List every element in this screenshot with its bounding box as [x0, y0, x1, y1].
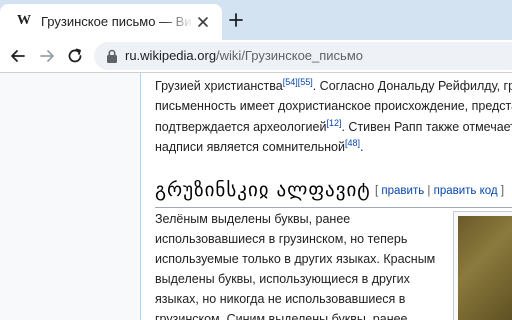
text-run: . [360, 140, 364, 154]
separator: | [424, 185, 434, 197]
text-run: . Согласно Дональду Рейфилду, грузинская [312, 79, 512, 93]
heading-underline [155, 207, 512, 208]
close-icon[interactable] [196, 15, 210, 29]
browser-toolbar: ru.wikipedia.org/wiki/Грузинское_письмо [0, 40, 512, 72]
citation-link[interactable]: [55] [298, 77, 313, 87]
paragraph-line: грузинском. Синим выделены буквы, ранее [155, 312, 408, 320]
citation-link[interactable]: [48] [345, 138, 360, 148]
back-arrow-icon[interactable] [8, 46, 28, 66]
left-sidebar [0, 73, 140, 320]
edit-section-links: [ править | править код ] [375, 183, 504, 199]
plus-icon[interactable] [226, 10, 246, 30]
reload-icon[interactable] [65, 46, 85, 66]
paragraph-line: использовавшиеся в грузинском, но теперь [155, 232, 408, 246]
edit-code-link[interactable]: править код [434, 185, 498, 197]
lock-icon[interactable] [106, 49, 118, 63]
address-bar[interactable]: ru.wikipedia.org/wiki/Грузинское_письмо [94, 42, 512, 70]
tab-strip: W Грузинское письмо — Википедия [0, 0, 512, 40]
citation-link[interactable]: [12] [326, 118, 341, 128]
wikipedia-favicon-icon: W [17, 13, 31, 28]
bracket-close: ] [497, 185, 505, 197]
forward-arrow-icon[interactable] [37, 46, 57, 66]
section-heading: გრუზინსკიჲ ალფავიტ [155, 179, 371, 201]
text-run: подтверждается археологией [155, 120, 327, 134]
paragraph-line: используемые только в других языках. Кра… [155, 252, 436, 266]
paragraph-line: языках, но никогда не использовавшиеся в [155, 292, 406, 306]
browser-tab[interactable]: W Грузинское письмо — Википедия [0, 4, 222, 40]
paragraph-line: выделены буквы, использующиеся в других [155, 272, 410, 286]
paragraph-line: Грузией христианства[54][55]. Согласно Д… [155, 76, 512, 96]
paragraph-line: подтверждается археологией[12]. Стивен Р… [155, 117, 512, 137]
citation-link[interactable]: [54] [283, 77, 298, 87]
paragraph-line: надписи является сомнительной[48]. [155, 137, 364, 157]
text-run: Грузией христианства [155, 79, 283, 93]
paragraph-line: Зелёным выделены буквы, ранее [155, 212, 351, 226]
url-host: ru.wikipedia.org [125, 48, 217, 63]
text-run: надписи является сомнительной [155, 140, 345, 154]
tab-title-fade [165, 12, 193, 32]
paragraph-line: письменность имеет дохристианское происх… [155, 99, 512, 113]
edit-link[interactable]: править [381, 185, 424, 197]
url-text[interactable]: ru.wikipedia.org/wiki/Грузинское_письмо [125, 48, 363, 64]
content-border [140, 73, 141, 320]
text-run: . Стивен Рапп также отмечает, что [341, 120, 512, 134]
wikipedia-page: Грузией христианства[54][55]. Согласно Д… [0, 73, 512, 320]
thumbnail-image[interactable] [458, 216, 512, 320]
url-path: /wiki/Грузинское_письмо [216, 48, 363, 63]
